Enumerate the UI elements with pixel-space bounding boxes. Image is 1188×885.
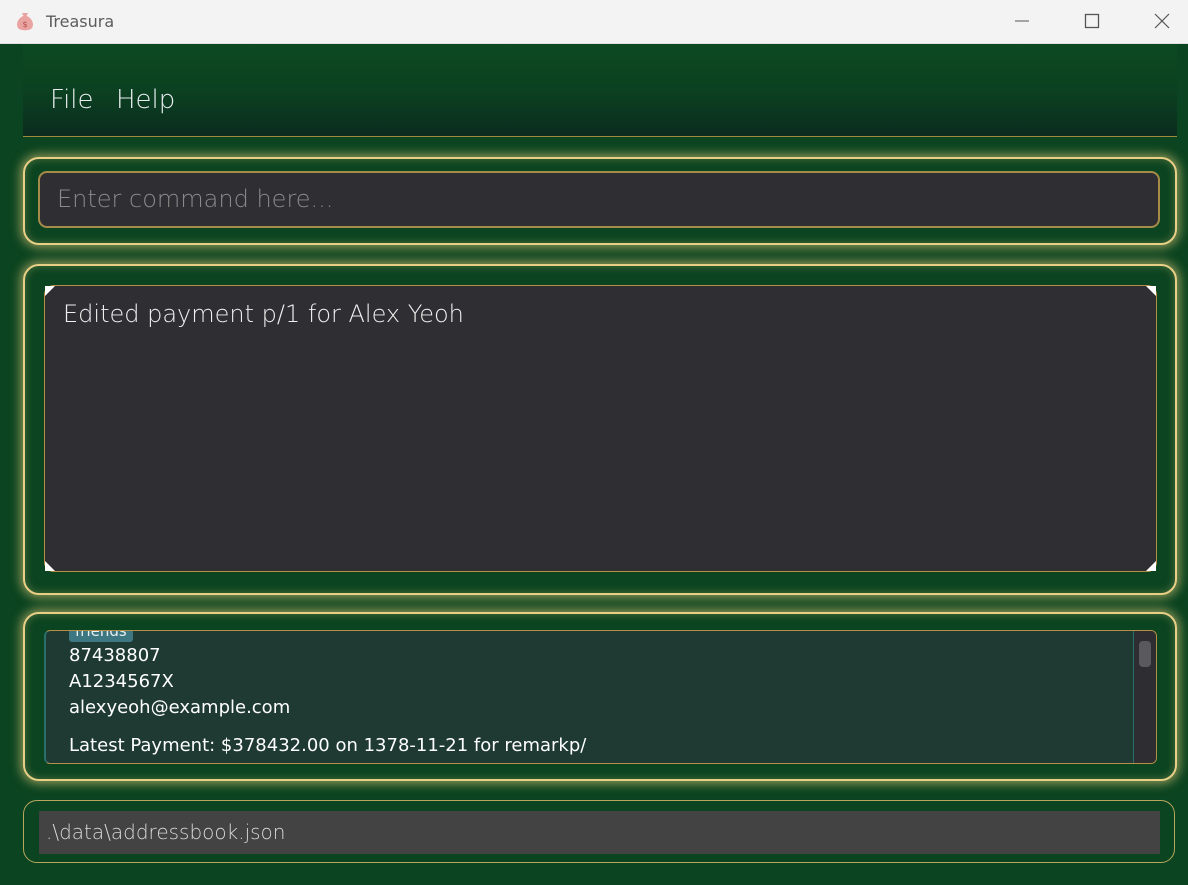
corner-decoration <box>1146 286 1156 296</box>
scroll-thumb[interactable] <box>1139 641 1151 667</box>
maximize-button[interactable] <box>1058 0 1126 43</box>
result-message: Edited payment p/1 for Alex Yeoh <box>63 300 464 328</box>
window-title: Treasura <box>46 12 115 31</box>
close-button[interactable] <box>1128 0 1188 43</box>
list-scrollbar[interactable] <box>1133 631 1156 763</box>
svg-text:$: $ <box>22 20 27 29</box>
result-display-panel: Edited payment p/1 for Alex Yeoh <box>23 264 1177 595</box>
command-input[interactable]: Enter command here... <box>38 171 1160 228</box>
tag-badge: friends <box>69 631 133 642</box>
maximize-icon <box>1084 13 1100 29</box>
command-box-panel: Enter command here... <box>23 157 1177 245</box>
person-list-panel: friends 87438807 A1234567X alexyeoh@exam… <box>23 612 1177 781</box>
person-phone: 87438807 <box>69 645 161 666</box>
person-list[interactable]: friends 87438807 A1234567X alexyeoh@exam… <box>44 630 1157 764</box>
status-bar-panel: .\data\addressbook.json <box>23 800 1175 863</box>
minimize-button[interactable] <box>988 0 1056 43</box>
latest-payment: Latest Payment: $378432.00 on 1378-11-21… <box>69 735 587 756</box>
title-bar: $ Treasura <box>0 0 1188 44</box>
result-display[interactable]: Edited payment p/1 for Alex Yeoh <box>44 285 1157 572</box>
corner-decoration <box>45 286 55 296</box>
person-email: alexyeoh@example.com <box>69 697 291 718</box>
corner-decoration <box>45 561 55 571</box>
minimize-icon <box>1015 20 1029 22</box>
close-icon <box>1154 13 1170 29</box>
corner-decoration <box>1146 561 1156 571</box>
money-bag-icon: $ <box>17 13 33 31</box>
menu-help[interactable]: Help <box>116 85 175 115</box>
menu-file[interactable]: File <box>50 85 94 115</box>
save-location: .\data\addressbook.json <box>39 811 1160 854</box>
person-nric: A1234567X <box>69 671 174 692</box>
menu-bar: File Help <box>23 44 1177 137</box>
